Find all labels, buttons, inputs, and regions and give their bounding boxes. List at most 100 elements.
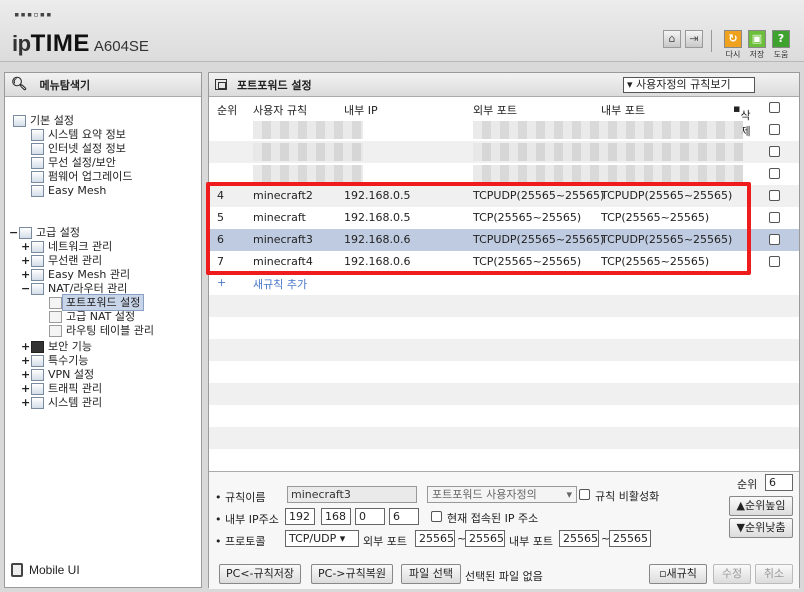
system-icon [31, 396, 44, 409]
current-ip-checkbox[interactable] [431, 511, 442, 522]
model-name: A604SE [93, 38, 149, 55]
menu-advanced[interactable]: − 고급 설정 [9, 225, 80, 240]
empty-row [209, 295, 799, 317]
mobile-icon [11, 563, 23, 577]
redacted-content [253, 143, 363, 161]
rule-name-label: • 규칙이름 [215, 491, 266, 504]
expand-icon[interactable]: + [21, 253, 31, 268]
add-rule-icon: + [217, 276, 227, 289]
int-port-to[interactable]: 25565 [609, 530, 651, 547]
protocol-select[interactable]: TCP/UDP ▾ [285, 530, 359, 547]
toolbar-divider [711, 30, 712, 52]
protocol-label: • 프로토콜 [215, 535, 266, 548]
wireless-icon [31, 254, 44, 267]
header: ▪▪▪▫▪▪ ipTIME A604SE ⌂ ⇥ ↻ 다시 ▣ 저장 ? 도움 [0, 0, 804, 62]
delete-checkbox[interactable] [769, 146, 780, 157]
logo: ipTIME A604SE [12, 30, 149, 58]
preset-select[interactable]: 포트포워드 사용자정의 ▾ [427, 486, 577, 503]
delete-checkbox[interactable] [769, 190, 780, 201]
menu-easymesh[interactable]: Easy Mesh [31, 183, 106, 198]
network-icon [31, 240, 44, 253]
ext-port-from[interactable]: 25565 [415, 530, 455, 547]
ext-port-to[interactable]: 25565 [465, 530, 505, 547]
pc-save-button[interactable]: PC<-규칙저장 [219, 564, 301, 584]
expand-icon[interactable]: + [21, 339, 31, 354]
portforward-panel: 포트포워드 설정 ▾ 사용자정의 규칙보기 순위 사용자 규칙 내부 IP 외부… [206, 72, 800, 589]
menu-routing[interactable]: 라우팅 테이블 관리 [49, 323, 154, 338]
chevron-down-icon: ▾ [566, 488, 572, 501]
collapse-icon[interactable]: − [21, 281, 31, 296]
menu-internet[interactable]: 인터넷 설정 정보 [31, 141, 126, 156]
no-file-label: 선택된 파일 없음 [465, 570, 543, 583]
redacted-content [473, 143, 743, 161]
select-all-checkbox[interactable] [769, 102, 780, 113]
mobile-ui-label: Mobile UI [29, 563, 80, 577]
menu-system[interactable]: + 시스템 관리 [21, 395, 102, 410]
logout-icon[interactable]: ⇥ [685, 30, 703, 48]
page-icon [49, 324, 62, 337]
mobile-ui-link[interactable]: Mobile UI [11, 563, 80, 577]
logo-brand: TIME [30, 30, 90, 57]
delete-checkbox[interactable] [769, 256, 780, 267]
expand-icon[interactable]: + [21, 395, 31, 410]
expand-icon[interactable]: + [21, 367, 31, 382]
expand-icon[interactable]: + [21, 353, 31, 368]
order-up-button[interactable]: ▲순위높임 [729, 496, 793, 516]
menu-basic[interactable]: 기본 설정 [13, 113, 74, 128]
menu-summary[interactable]: 시스템 요약 정보 [31, 127, 126, 142]
menu-network[interactable]: + 네트워크 관리 [21, 239, 112, 254]
menu-firmware[interactable]: 펌웨어 업그레이드 [31, 169, 132, 184]
collapse-icon[interactable]: − [9, 225, 19, 240]
window-icon [215, 79, 227, 90]
menu-portforward[interactable]: 포트포워드 설정 [49, 294, 145, 311]
expand-icon[interactable]: + [21, 381, 31, 396]
delete-checkbox[interactable] [769, 234, 780, 245]
ip-octet-1[interactable]: 192 [285, 508, 315, 525]
chart-icon [31, 128, 44, 141]
delete-checkbox[interactable] [769, 212, 780, 223]
delete-checkbox[interactable] [769, 168, 780, 179]
rule-name-input[interactable]: minecraft3 [287, 486, 417, 503]
menu-vpn[interactable]: + VPN 설정 [21, 367, 94, 382]
view-select[interactable]: ▾ 사용자정의 규칙보기 [623, 77, 755, 93]
special-icon [31, 354, 44, 367]
home-icon[interactable]: ⌂ [663, 30, 681, 48]
ext-port-label: 외부 포트 [363, 535, 407, 548]
order-down-button[interactable]: ▼순위낮춤 [729, 518, 793, 538]
cancel-button[interactable]: 취소 [755, 564, 793, 584]
ip-octet-2[interactable]: 168 [321, 508, 351, 525]
int-port-from[interactable]: 25565 [559, 530, 599, 547]
col-order: 순위 [217, 104, 238, 117]
refresh-button[interactable]: ↻ 다시 [724, 30, 742, 60]
menu-wlan[interactable]: + 무선랜 관리 [21, 253, 102, 268]
menu-traffic[interactable]: + 트래픽 관리 [21, 381, 102, 396]
ip-octet-3[interactable]: 0 [355, 508, 385, 525]
chevron-down-icon: ▾ [339, 532, 346, 545]
table-row [209, 141, 799, 163]
add-rule-row[interactable]: + 새규칙 추가 [209, 273, 799, 295]
order-input[interactable]: 6 [765, 474, 793, 491]
menu-wireless[interactable]: 무선 설정/보안 [31, 155, 116, 170]
menu-special[interactable]: + 특수기능 [21, 353, 88, 368]
expand-icon[interactable]: + [21, 267, 31, 282]
expand-icon[interactable]: + [21, 239, 31, 254]
view-select-value: 사용자정의 규칙보기 [636, 78, 731, 91]
int-port-label: 내부 포트 [509, 535, 553, 548]
traffic-icon [31, 382, 44, 395]
pc-restore-button[interactable]: PC->규칙복원 [311, 564, 393, 584]
menu-security[interactable]: + 보안 기능 [21, 339, 92, 354]
new-rule-button[interactable]: ▫새규칙 [649, 564, 707, 584]
ip-octet-4[interactable]: 6 [389, 508, 419, 525]
current-ip-label: 현재 접속된 IP 주소 [447, 512, 539, 525]
panel-header: 포트포워드 설정 ▾ 사용자정의 규칙보기 [209, 73, 799, 97]
delete-checkbox[interactable] [769, 124, 780, 135]
modify-button[interactable]: 수정 [713, 564, 751, 584]
refresh-label: 다시 [725, 50, 741, 59]
menu-easymesh-mgmt[interactable]: + Easy Mesh 관리 [21, 267, 130, 282]
mesh-icon [31, 268, 44, 281]
help-button[interactable]: ? 도움 [772, 30, 790, 60]
disable-rule-checkbox[interactable] [579, 489, 590, 500]
save-button[interactable]: ▣ 저장 [748, 30, 766, 60]
file-select-button[interactable]: 파일 선택 [401, 564, 461, 584]
menu-advnat[interactable]: 고급 NAT 설정 [49, 309, 135, 324]
